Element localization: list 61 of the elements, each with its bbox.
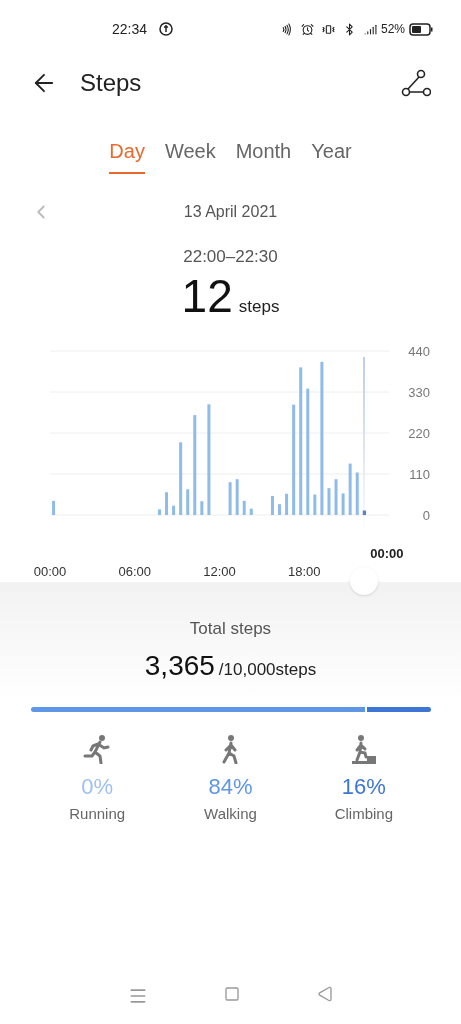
status-app-icon (159, 22, 174, 36)
share-button[interactable] (401, 69, 431, 97)
step-bar (278, 503, 282, 515)
home-nav-icon[interactable] (224, 986, 241, 1002)
step-bar (313, 494, 317, 515)
x-tick-label: 12:00 (203, 563, 236, 579)
step-bar (362, 510, 366, 515)
activity-percent: 84% (208, 773, 253, 801)
alarm-icon (300, 22, 314, 36)
steps-value: 12 (181, 269, 233, 322)
total-steps-value: 3,365 (144, 649, 215, 683)
battery-percent: 52% (380, 21, 405, 38)
stair-climber-icon (349, 734, 378, 764)
step-goal: /10,000steps (218, 659, 317, 681)
activity-percent: 0% (81, 773, 114, 801)
period-tab[interactable]: Year (311, 136, 352, 174)
step-bar (242, 500, 246, 515)
step-bar (235, 478, 239, 515)
activity-percent: 16% (341, 773, 386, 801)
x-tick-label: 18:00 (288, 563, 321, 579)
vibrate-icon (321, 22, 335, 36)
y-tick-label: 330 (408, 384, 430, 399)
step-bar (285, 493, 289, 515)
step-bar (249, 508, 253, 515)
x-tick-label: 00:00 (33, 563, 67, 579)
cursor-time-label: 00:00 (370, 544, 404, 563)
step-bar (348, 463, 352, 515)
slider-handle[interactable] (350, 566, 378, 595)
y-tick-label: 110 (409, 466, 430, 481)
time-range: 22:00–22:30 (183, 246, 278, 268)
y-tick-label: 0 (422, 507, 430, 522)
status-time: 22:34 (112, 19, 148, 39)
step-bar (165, 491, 169, 515)
steps-unit: steps (238, 295, 280, 318)
y-tick-label: 220 (408, 425, 430, 440)
step-bar (355, 472, 359, 515)
step-bar (270, 495, 274, 515)
step-bar (157, 508, 161, 515)
battery-icon (409, 22, 433, 36)
period-tab[interactable]: Day (109, 136, 145, 174)
step-bar (172, 505, 176, 515)
step-bar (52, 500, 56, 515)
total-steps-label: Total steps (189, 617, 272, 640)
activity-label: Climbing (334, 804, 393, 824)
activity-label: Running (69, 804, 126, 824)
step-bar (228, 481, 232, 515)
step-bar (200, 500, 204, 515)
date-label: 13 April 2021 (182, 202, 279, 222)
back-nav-icon[interactable] (316, 986, 333, 1002)
period-tab[interactable]: Week (164, 136, 216, 174)
y-tick-label: 440 (408, 343, 430, 358)
step-bar (186, 488, 190, 515)
runner-icon (83, 734, 112, 764)
x-tick-label: 06:00 (118, 563, 151, 579)
step-bar (327, 487, 331, 515)
step-bar (341, 492, 345, 515)
step-bar (334, 478, 338, 515)
period-tab[interactable]: Month (235, 136, 292, 174)
signal-icon (363, 22, 377, 36)
activity-label: Walking (204, 804, 257, 824)
page-title: Steps (80, 68, 142, 98)
